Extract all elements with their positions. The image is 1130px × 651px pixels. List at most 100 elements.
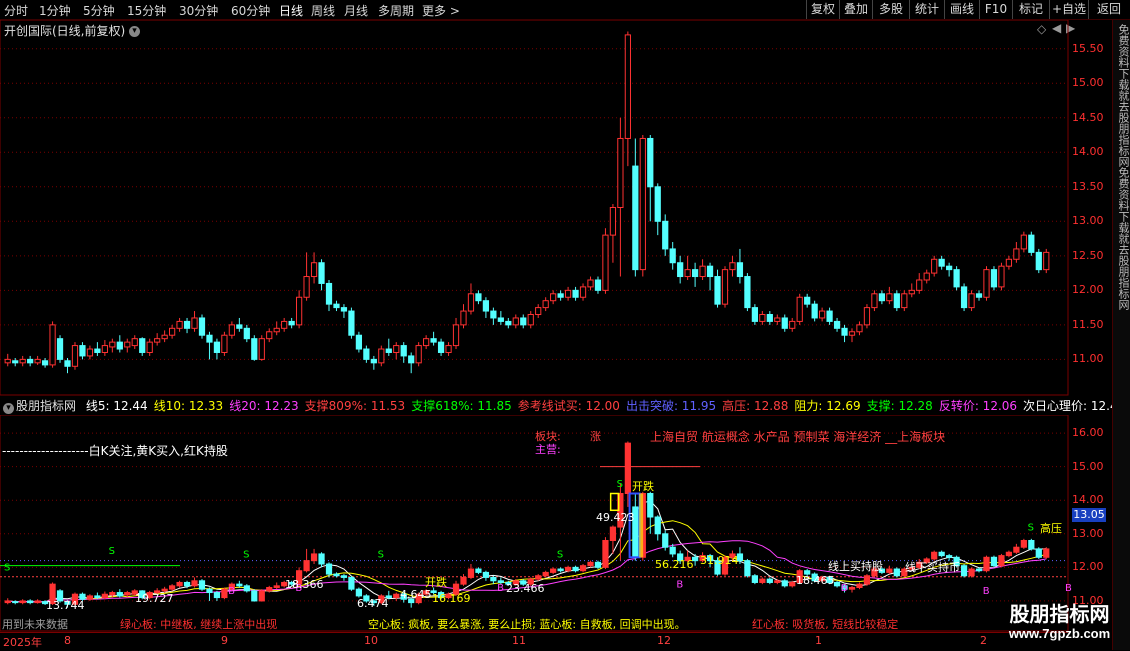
date-tick: 1	[815, 634, 822, 647]
kline-chart[interactable]	[0, 20, 1112, 396]
candle-body	[662, 220, 669, 250]
value-label: 16.169	[432, 592, 471, 605]
candle-body	[101, 345, 108, 353]
price-tick: 12.50	[1072, 248, 1104, 262]
candle-body	[729, 262, 736, 271]
indicator-values: 线5: 12.44 线10: 12.33 线20: 12.23 支撑809%: 11.…	[86, 399, 1130, 413]
multi-stock-button[interactable]: 多股	[872, 0, 909, 19]
candle-body	[243, 327, 250, 340]
candle-body	[310, 262, 318, 278]
indicator-name[interactable]: 股朋指标网	[16, 399, 76, 413]
candle-body	[624, 34, 631, 139]
more-periods-menu[interactable]: 更多 >	[422, 2, 460, 19]
candle-body	[564, 289, 572, 298]
indicator-value: 出击突破: 11.95	[625, 399, 717, 413]
candle-body	[796, 296, 803, 322]
buy-signal-marker: B	[228, 586, 235, 597]
candle-body	[385, 348, 392, 353]
indicator-tick: 14.00	[1072, 493, 1104, 507]
below-hold-label: 线下买持币	[905, 561, 960, 574]
candle-body	[363, 348, 370, 360]
candle-body	[228, 324, 235, 336]
ind-candle-body	[550, 568, 557, 573]
ind-candle-body	[579, 565, 587, 572]
price-tick: 15.50	[1072, 41, 1104, 55]
candle-body	[916, 279, 923, 291]
period-tab[interactable]: 周线	[311, 2, 335, 19]
candle-body	[393, 345, 400, 353]
ind-candle-body	[647, 493, 654, 518]
period-tab[interactable]: 60分钟	[231, 2, 270, 19]
buy-hold-label: 线上买持股	[828, 560, 883, 573]
candle-body	[71, 345, 79, 367]
candle-body	[423, 338, 430, 347]
ind-candle-body	[258, 590, 265, 602]
candle-body	[49, 324, 56, 366]
sell-signal-marker: S	[1028, 522, 1034, 533]
value-label: 18.465	[796, 574, 835, 587]
ind-candle-body	[662, 533, 669, 548]
period-tab-active[interactable]: 日线	[279, 2, 303, 19]
candle-body	[86, 348, 94, 357]
circle-collapse-icon[interactable]: ▾	[3, 403, 14, 414]
candle-body	[766, 314, 773, 322]
candle-body	[998, 265, 1005, 288]
date-tick: 8	[64, 634, 71, 647]
candle-body	[527, 314, 534, 326]
mark-button[interactable]: 标记	[1012, 0, 1049, 19]
period-tab[interactable]: 5分钟	[83, 2, 115, 19]
indicator-value: 支撑618%: 11.85	[411, 399, 512, 413]
period-tab[interactable]: 分时	[4, 2, 28, 19]
candle-body	[482, 300, 490, 312]
draw-line-button[interactable]: 画线	[944, 0, 979, 19]
ind-candle-body	[475, 568, 482, 573]
period-tab[interactable]: 30分钟	[179, 2, 218, 19]
candle-body	[41, 360, 49, 366]
ind-candle-body	[168, 585, 176, 590]
ind-candle-body	[744, 560, 751, 577]
ind-candle-body	[968, 568, 975, 577]
candle-body	[183, 320, 191, 329]
restore-rights-button[interactable]: 复权	[806, 0, 839, 19]
statistics-button[interactable]: 统计	[909, 0, 944, 19]
period-tab[interactable]: 15分钟	[127, 2, 166, 19]
candle-body	[736, 262, 744, 278]
ind-candle-body	[348, 576, 355, 590]
ind-candle-body	[1028, 540, 1035, 550]
price-tick: 13.50	[1072, 179, 1104, 193]
indicator-tick: 13.00	[1072, 526, 1104, 540]
candle-body	[408, 355, 415, 364]
ind-candle-body	[19, 600, 26, 604]
period-tab[interactable]: 月线	[344, 2, 368, 19]
candle-body	[931, 258, 938, 274]
candle-body	[968, 293, 975, 309]
candle-body	[908, 289, 915, 295]
sector-list: 上海自贸 航运概念 水产品 预制菜 海洋经济 __上海板块	[650, 430, 946, 444]
ind-candle-body	[482, 571, 490, 578]
overlay-button[interactable]: 叠加	[839, 0, 872, 19]
ind-candle-body	[542, 571, 549, 577]
ind-candle-body	[310, 553, 318, 562]
date-tick: 11	[512, 634, 526, 647]
candle-body	[938, 258, 945, 267]
add-watchlist-button[interactable]: +自选	[1049, 0, 1088, 19]
period-tab[interactable]: 1分钟	[39, 2, 71, 19]
candle-body	[12, 360, 19, 364]
period-tab[interactable]: 多周期	[378, 2, 414, 19]
candle-body	[1005, 258, 1013, 267]
ind-candle-body	[564, 566, 572, 572]
f10-button[interactable]: F10	[979, 0, 1012, 19]
candle-body	[706, 265, 714, 278]
ind-candle-body	[251, 590, 258, 602]
ind-candle-body	[86, 595, 94, 600]
candle-body	[946, 265, 953, 271]
candle-body	[848, 331, 856, 336]
date-tick: 2	[980, 634, 987, 647]
ind-candle-body	[990, 556, 998, 567]
candle-body	[139, 338, 146, 353]
back-button[interactable]: 返回	[1088, 0, 1129, 19]
indicator-header: ▾ 股朋指标网 线5: 12.44 线10: 12.33 线20: 12.23 支撑80…	[0, 397, 1125, 415]
candle-body	[400, 345, 407, 357]
ind-candle-body	[983, 556, 990, 572]
buy-signal-marker: B	[983, 586, 990, 597]
